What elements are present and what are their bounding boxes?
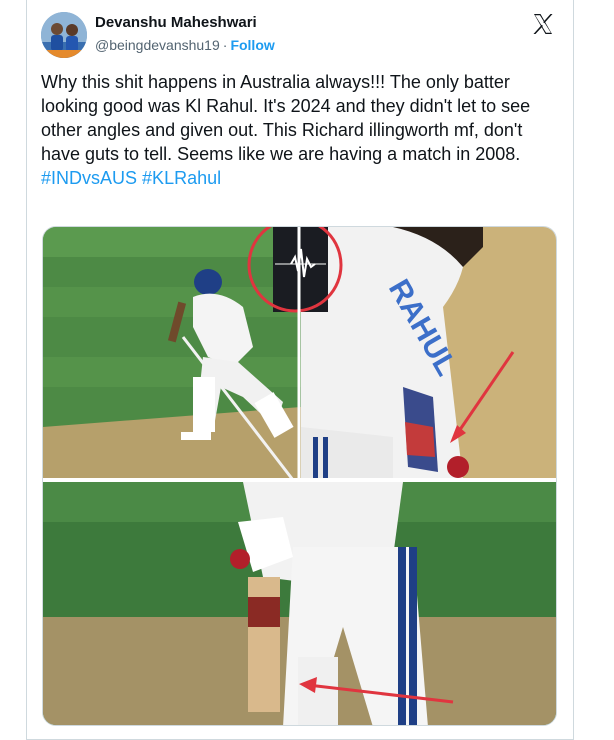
- tweet-text: Why this shit happens in Australia alway…: [41, 70, 563, 190]
- avatar[interactable]: [41, 12, 87, 58]
- tweet-header: Devanshu Maheshwari @beingdevanshu19 · Fol…: [41, 10, 561, 60]
- hashtag-klrahul[interactable]: #KLRahul: [142, 168, 221, 188]
- handle[interactable]: @beingdevanshu19: [95, 37, 220, 53]
- follow-button[interactable]: Follow: [230, 37, 274, 53]
- tweet-card: Devanshu Maheshwari @beingdevanshu19 · Fol…: [26, 0, 574, 740]
- display-name[interactable]: Devanshu Maheshwari: [95, 14, 257, 31]
- x-logo-icon[interactable]: [531, 12, 555, 36]
- batter-wide-shot: [43, 227, 301, 481]
- separator: ·: [222, 37, 228, 53]
- ball: [447, 456, 469, 478]
- hashtags: #INDvsAUS #KLRahul: [41, 168, 221, 188]
- handle-row: @beingdevanshu19 · Follow: [95, 37, 275, 53]
- tweet-body: Why this shit happens in Australia alway…: [41, 72, 531, 164]
- ball-bottom: [230, 549, 250, 569]
- hashtag-indvsaus[interactable]: #INDvsAUS: [41, 168, 137, 188]
- bat-pad-closeup: [43, 482, 556, 725]
- tweet-media[interactable]: RAHUL: [42, 226, 557, 726]
